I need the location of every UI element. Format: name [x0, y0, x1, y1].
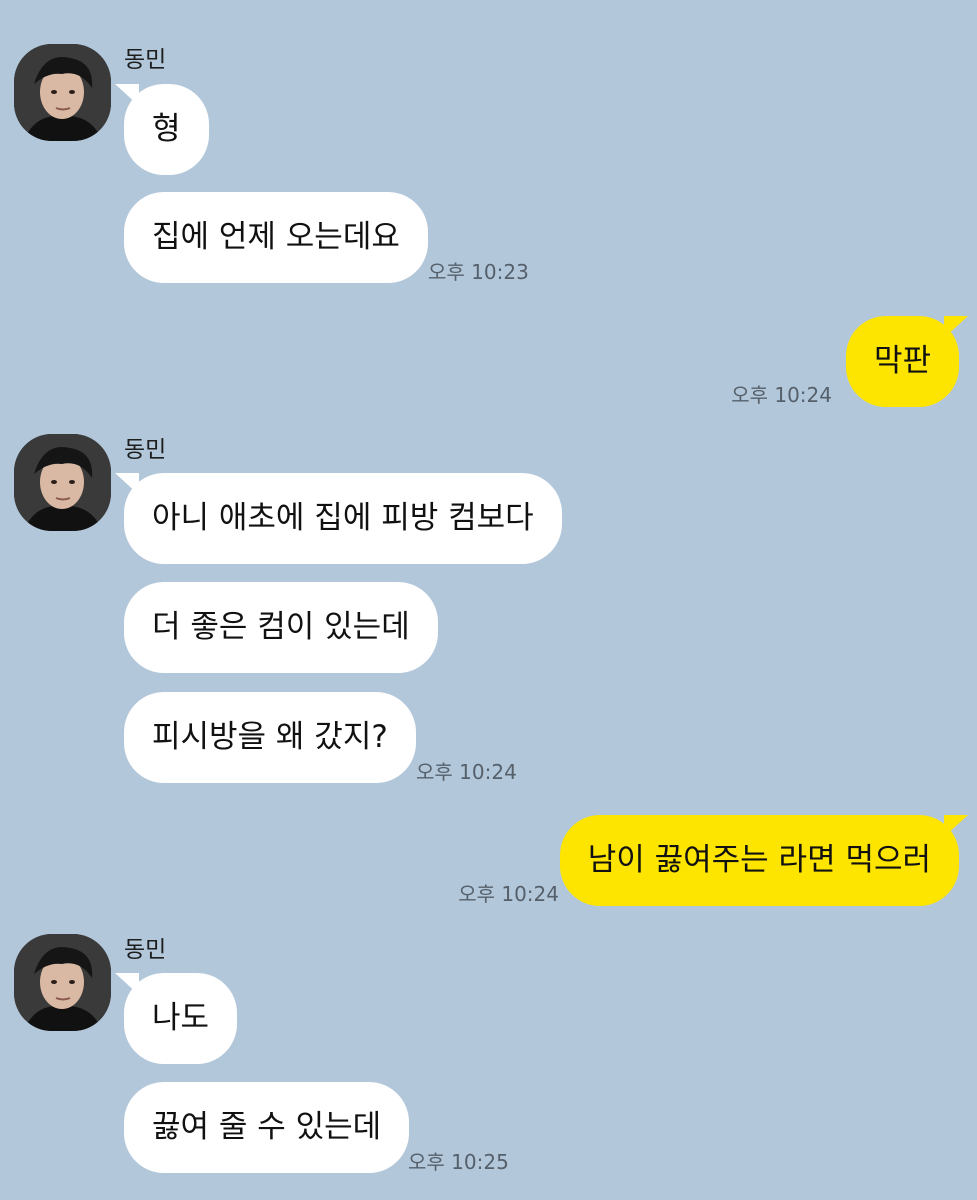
incoming-message[interactable]: 나도 [124, 973, 238, 1064]
incoming-message[interactable]: 형 [124, 84, 209, 175]
incoming-message[interactable]: 더 좋은 컴이 있는데 [124, 582, 438, 673]
sender-avatar[interactable] [14, 44, 111, 141]
incoming-message[interactable]: 피시방을 왜 갔지? [124, 692, 416, 783]
sender-name: 동민 [124, 437, 167, 463]
message-timestamp: 오후 10:23 [428, 260, 529, 284]
sender-avatar[interactable] [14, 934, 111, 1031]
message-timestamp: 오후 10:24 [416, 760, 517, 784]
outgoing-message[interactable]: 남이 끓여주는 라면 먹으러 [559, 815, 959, 906]
incoming-message[interactable]: 아니 애초에 집에 피방 컴보다 [124, 473, 562, 564]
incoming-message[interactable]: 끓여 줄 수 있는데 [124, 1082, 410, 1173]
message-timestamp: 오후 10:24 [731, 383, 832, 407]
outgoing-message[interactable]: 막판 [845, 316, 959, 407]
sender-name: 동민 [124, 47, 167, 73]
message-timestamp: 오후 10:25 [408, 1150, 509, 1174]
profile-photo-icon [14, 934, 111, 1031]
incoming-message[interactable]: 집에 언제 오는데요 [124, 192, 428, 283]
profile-photo-icon [14, 434, 111, 531]
sender-avatar[interactable] [14, 434, 111, 531]
message-timestamp: 오후 10:24 [458, 882, 559, 906]
profile-photo-icon [14, 44, 111, 141]
sender-name: 동민 [124, 937, 167, 963]
